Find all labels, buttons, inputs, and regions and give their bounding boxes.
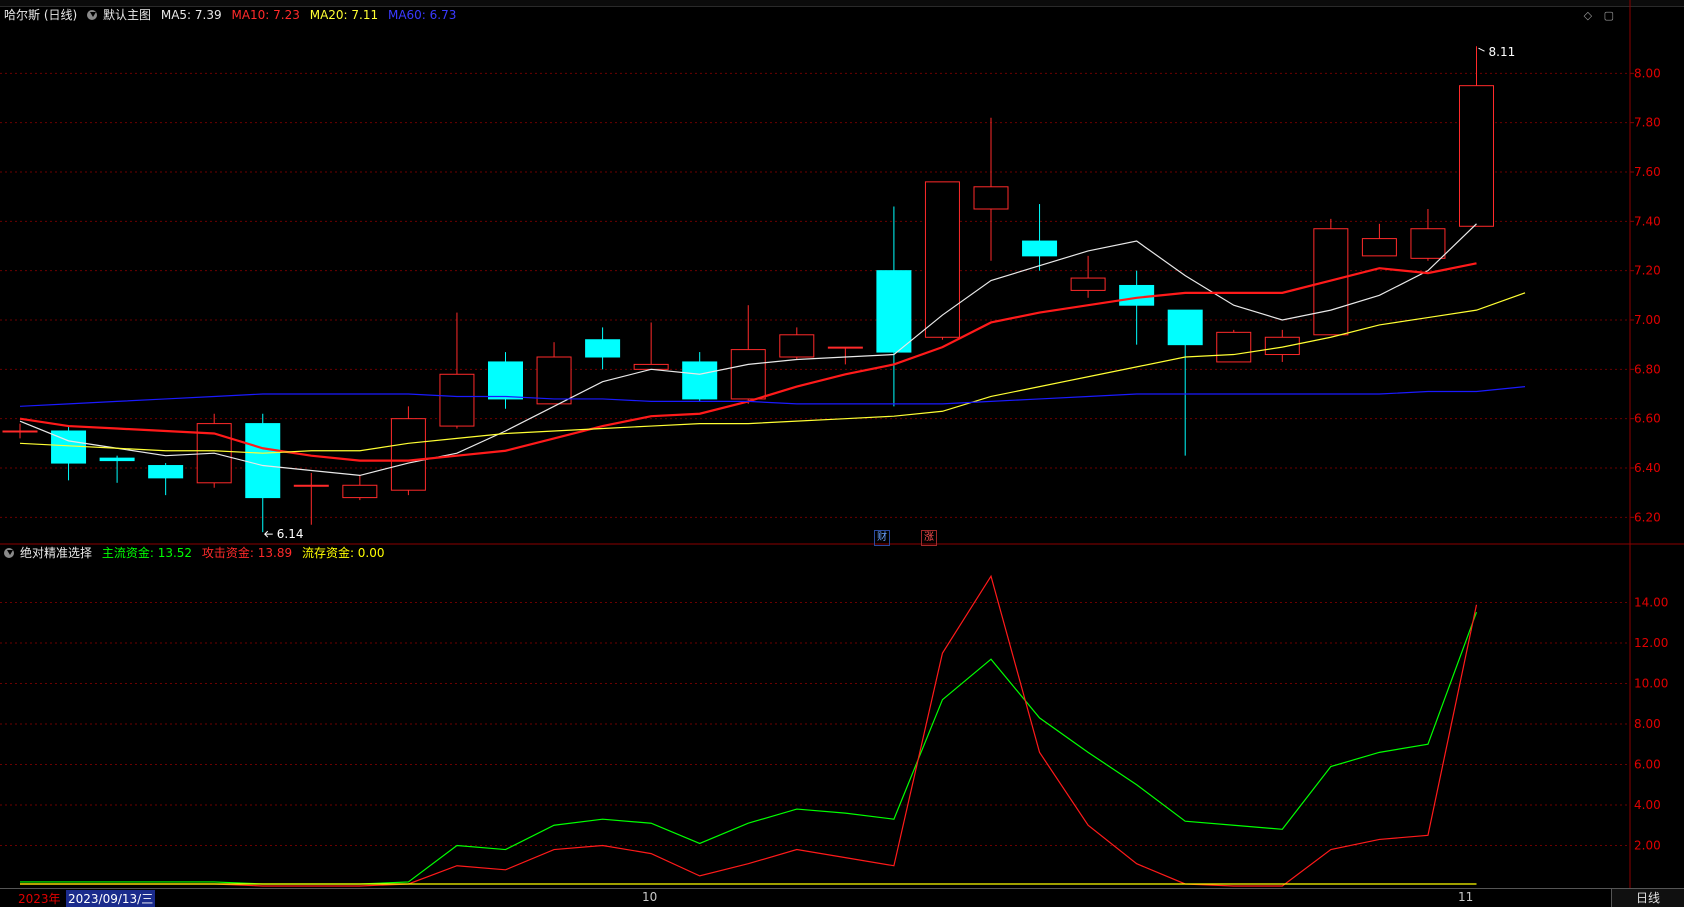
candle-body	[973, 186, 1009, 210]
candle-body	[439, 373, 475, 427]
price-tick-label: 7.40	[1634, 214, 1661, 228]
attack-fund-label: 攻击资金: 13.89	[201, 546, 293, 560]
main-chart-legend: 哈尔斯 (日线) 默认主图 MA5: 7.39 MA10: 7.23 MA20:…	[4, 6, 462, 24]
main-fund-label: 主流资金: 13.52	[101, 546, 193, 560]
finance-badge[interactable]: 财	[874, 530, 890, 546]
month-label-oct: 10	[642, 890, 658, 904]
price-tick-label: 6.40	[1634, 461, 1661, 475]
high-marker-label: 8.11	[1489, 45, 1516, 59]
rise-badge[interactable]: 涨	[921, 530, 937, 546]
time-axis-bar: 2023年 2023/09/13/三 10 11 日线	[0, 888, 1684, 907]
candle-body	[1167, 309, 1203, 346]
month-label-nov: 11	[1458, 890, 1474, 904]
candle-body	[1459, 85, 1494, 227]
price-tick-label: 7.80	[1634, 116, 1661, 130]
candle-body	[1119, 284, 1155, 306]
indicator-tick-label: 4.00	[1634, 798, 1661, 812]
candle-body	[1070, 277, 1106, 291]
dropdown-toggle-icon[interactable]	[87, 10, 98, 20]
template-label[interactable]: 默认主图	[103, 8, 151, 22]
indicator-tick-label: 14.00	[1634, 596, 1668, 610]
candle-body	[245, 423, 281, 499]
candle-body	[390, 418, 426, 491]
indicator-tick-label: 8.00	[1634, 717, 1661, 731]
stock-title[interactable]: 哈尔斯 (日线)	[4, 8, 77, 22]
price-tick-label: 8.00	[1634, 66, 1661, 80]
indicator-tick-label: 10.00	[1634, 677, 1668, 691]
candle-body	[1216, 331, 1252, 363]
chart-canvas[interactable]: 6.20 6.40 6.60 6.80 7.00 7.20 7.40 7.60 7.80 8.00…	[0, 0, 1684, 906]
candle-body	[633, 363, 669, 370]
ma10-label: MA10: 7.23	[231, 8, 300, 22]
candle-body	[293, 484, 329, 487]
candle-body	[827, 346, 863, 349]
indicator-toggle-icon[interactable]	[4, 548, 14, 558]
candle-body	[488, 361, 523, 400]
ma5-label: MA5: 7.39	[160, 8, 222, 22]
candle-body	[1264, 336, 1300, 356]
candle-body	[730, 349, 766, 400]
candle-body	[536, 356, 572, 405]
ma-line-ma60	[19, 386, 1526, 407]
period-tab-daily[interactable]: 日线	[1611, 889, 1684, 907]
candle-body	[924, 181, 960, 338]
candle-body	[2, 430, 38, 433]
price-tick-label: 7.20	[1634, 264, 1661, 278]
ma60-label: MA60: 6.73	[387, 8, 457, 22]
candle-body	[682, 361, 718, 400]
retained-fund-label: 流存资金: 0.00	[301, 546, 385, 560]
price-tick-label: 6.20	[1634, 510, 1661, 524]
indicator-tick-label: 6.00	[1634, 758, 1661, 772]
candle-body	[1410, 228, 1446, 259]
price-tick-label: 6.80	[1634, 362, 1661, 376]
price-tick-label: 7.60	[1634, 165, 1661, 179]
candle-body	[342, 484, 378, 499]
ma20-label: MA20: 7.11	[309, 8, 379, 22]
candle-body	[876, 270, 912, 353]
indicator-line-1	[20, 574, 1478, 887]
candle-body	[1022, 240, 1058, 257]
cursor-date-label: 2023/09/13/三	[66, 890, 156, 907]
candle-body	[585, 339, 621, 358]
candle-body	[1361, 238, 1397, 257]
candle-body	[99, 457, 135, 462]
low-marker-label: 6.14	[277, 527, 304, 541]
indicator-lines	[20, 574, 1478, 887]
candle-body	[779, 334, 815, 358]
price-tick-label: 6.60	[1634, 412, 1661, 426]
price-axes: 6.20 6.40 6.60 6.80 7.00 7.20 7.40 7.60 7.80 8.00…	[1630, 66, 1668, 853]
price-tick-label: 7.00	[1634, 313, 1661, 327]
low-marker-arrow	[264, 530, 273, 538]
year-label: 2023年	[18, 892, 61, 906]
candle-body	[148, 465, 184, 479]
indicator-name[interactable]: 绝对精准选择	[20, 546, 92, 560]
indicator-tick-label: 12.00	[1634, 636, 1668, 650]
indicator-line-0	[20, 612, 1478, 885]
indicator-legend: 绝对精准选择 主流资金: 13.52 攻击资金: 13.89 流存资金: 0.0…	[4, 544, 391, 562]
high-marker-arrow	[1478, 47, 1485, 52]
indicator-tick-label: 2.00	[1634, 839, 1661, 853]
candle-body	[1313, 228, 1349, 336]
candlestick-series	[2, 46, 1494, 533]
